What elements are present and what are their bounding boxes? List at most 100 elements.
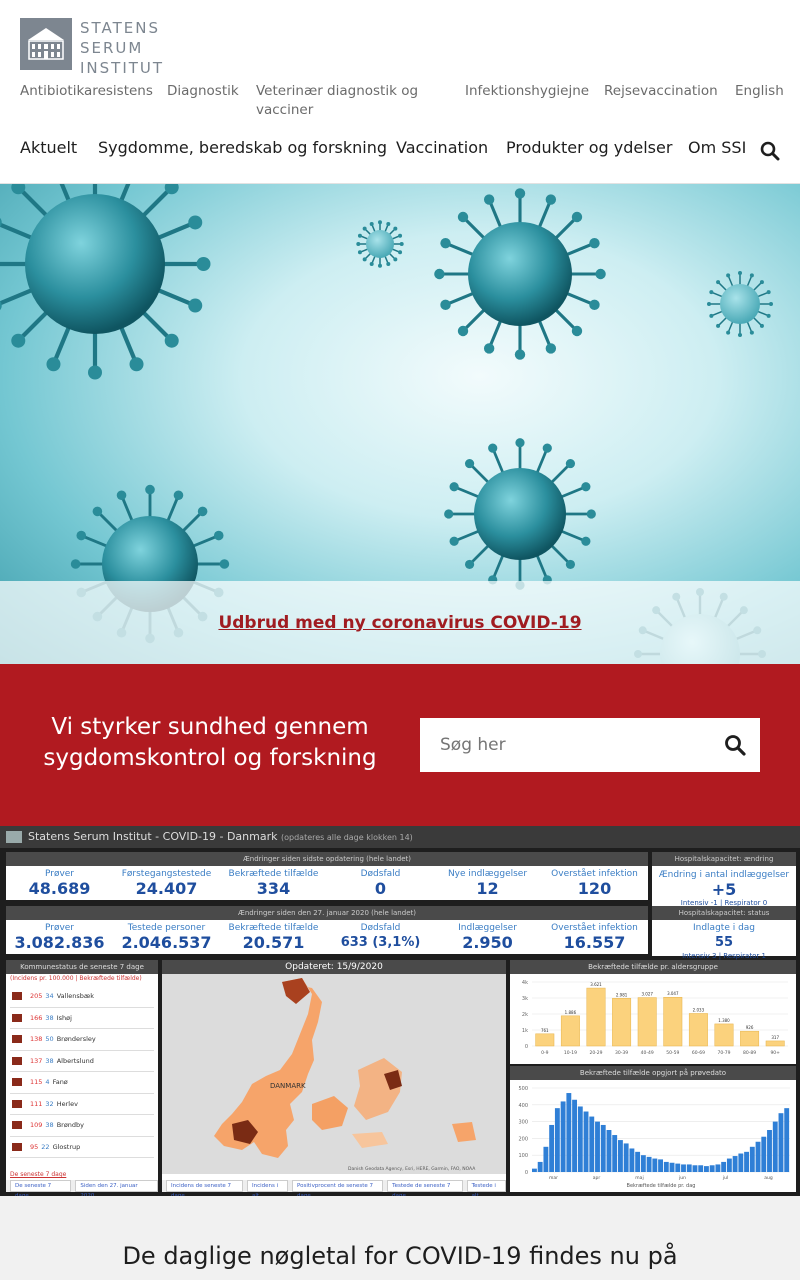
age-bar[interactable] — [637, 997, 657, 1047]
epi-bar[interactable] — [629, 1148, 635, 1172]
kommune-row[interactable]: 95 22 Glostrup — [10, 1137, 154, 1158]
epi-bar[interactable] — [543, 1146, 549, 1172]
epi-bar[interactable] — [721, 1161, 727, 1172]
search-icon[interactable] — [760, 141, 780, 161]
nav-aktuelt[interactable]: Aktuelt — [20, 138, 77, 157]
epi-bar[interactable] — [726, 1158, 732, 1172]
lolland-shape — [352, 1132, 388, 1148]
covid-dashboard-image[interactable]: Statens Serum Institut - COVID-19 - Danm… — [0, 826, 800, 1196]
epi-bar[interactable] — [755, 1141, 761, 1172]
north-jutland-shape — [282, 978, 310, 1004]
virus-spike-tip — [483, 194, 495, 205]
nav-om-ssi[interactable]: Om SSI — [688, 138, 746, 157]
epi-bar[interactable] — [635, 1151, 641, 1172]
epi-bar[interactable] — [709, 1165, 715, 1172]
epi-bar[interactable] — [784, 1108, 790, 1172]
epi-bar[interactable] — [537, 1161, 543, 1172]
map-tab[interactable]: Testede de seneste 7 dage — [387, 1180, 463, 1196]
kommune-tab[interactable]: Siden den 27. januar 2020 — [75, 1180, 158, 1196]
epi-bar[interactable] — [640, 1155, 646, 1172]
kommune-tab[interactable]: De seneste 7 dage — [10, 1180, 72, 1196]
epi-bar[interactable] — [681, 1164, 686, 1172]
nav-produkter[interactable]: Produkter og ydelser — [506, 138, 672, 157]
hosp-head: Hospitalskapacitet: status — [652, 906, 796, 920]
epi-bar[interactable] — [772, 1121, 778, 1172]
age-bar[interactable] — [688, 1013, 708, 1047]
virus-spike-tip — [738, 333, 742, 337]
covid-outbreak-link[interactable]: Udbrud med ny coronavirus COVID-19 — [218, 613, 581, 633]
epi-bar[interactable] — [646, 1156, 652, 1172]
epi-bar[interactable] — [618, 1140, 623, 1172]
toplink-diagnostik[interactable]: Diagnostik — [167, 82, 239, 101]
kommune-link[interactable]: De seneste 7 dage — [6, 1171, 66, 1178]
kommune-row[interactable]: 138 50 Brøndersley — [10, 1029, 154, 1051]
search-button[interactable] — [724, 734, 746, 756]
epi-bar[interactable] — [767, 1130, 772, 1172]
search-input[interactable] — [420, 718, 710, 772]
epi-bar[interactable] — [532, 1168, 537, 1172]
ssi-logo[interactable]: STATENS SERUM INSTITUT — [20, 18, 164, 78]
epi-bar[interactable] — [698, 1165, 704, 1172]
virus-spike-tip — [88, 365, 102, 380]
age-bar[interactable] — [714, 1023, 734, 1047]
nav-vaccination[interactable]: Vaccination — [396, 138, 488, 157]
epi-bar[interactable] — [623, 1143, 629, 1172]
map-tab[interactable]: Incidens i alt — [246, 1180, 288, 1196]
epi-bar[interactable] — [749, 1146, 755, 1172]
epi-bar[interactable] — [704, 1166, 709, 1172]
kommune-row[interactable]: 137 38 Albertslund — [10, 1051, 154, 1072]
epi-chart: 0 100 200 300 400 500 mar apr maj jun jul aug Bekræf… — [518, 1086, 790, 1189]
epi-bar[interactable] — [692, 1165, 698, 1172]
epi-bar[interactable] — [583, 1111, 589, 1172]
logo-line-1: STATENS — [80, 19, 160, 37]
epi-bar[interactable] — [606, 1130, 612, 1172]
kommune-row[interactable]: 115 4 Fanø — [10, 1072, 154, 1094]
epi-bar[interactable] — [600, 1124, 606, 1172]
toplink-antibiotikaresistens[interactable]: Antibiotikaresistens — [20, 82, 153, 101]
map-tab[interactable]: Positivprocent de seneste 7 dage — [292, 1180, 384, 1196]
age-bar[interactable] — [612, 998, 632, 1047]
age-bar[interactable] — [663, 996, 683, 1047]
map-tab[interactable]: Testede i alt — [466, 1180, 506, 1196]
epi-bar[interactable] — [738, 1153, 744, 1172]
toplink-english[interactable]: English — [735, 82, 784, 101]
kommune-row[interactable]: 111 32 Herlev — [10, 1094, 154, 1115]
epi-bar[interactable] — [612, 1135, 618, 1172]
epi-bar[interactable] — [675, 1163, 681, 1172]
epi-bar[interactable] — [658, 1159, 664, 1172]
epi-bar[interactable] — [595, 1121, 600, 1172]
age-bar[interactable] — [765, 1040, 785, 1047]
epi-bar[interactable] — [589, 1116, 595, 1172]
map-tab[interactable]: Incidens de seneste 7 dage — [166, 1180, 243, 1196]
epi-bar[interactable] — [715, 1164, 721, 1172]
age-bar[interactable] — [586, 987, 606, 1047]
epi-bar[interactable] — [560, 1101, 566, 1172]
age-bar[interactable] — [740, 1030, 760, 1047]
epi-bar[interactable] — [577, 1106, 583, 1172]
toplink-rejsevaccination[interactable]: Rejsevaccination — [604, 82, 718, 101]
epi-bar[interactable] — [549, 1124, 555, 1172]
age-bar[interactable] — [535, 1033, 555, 1047]
age-bar[interactable] — [560, 1015, 580, 1047]
epi-bar[interactable] — [778, 1113, 784, 1172]
epi-bar[interactable] — [652, 1158, 658, 1172]
epi-bar[interactable] — [744, 1151, 750, 1172]
epi-bar[interactable] — [732, 1156, 738, 1172]
nav-sygdomme[interactable]: Sygdomme, beredskab og forskning — [98, 138, 387, 157]
kommune-row[interactable]: 205 34 Vallensbæk — [10, 986, 154, 1008]
epi-bar[interactable] — [686, 1164, 692, 1172]
virus-spike-tip — [589, 237, 600, 249]
epi-bar[interactable] — [761, 1136, 767, 1172]
hero-banner: Udbrud med ny coronavirus COVID-19 — [0, 581, 800, 664]
toplink-infektionshygiejne[interactable]: Infektionshygiejne — [465, 82, 589, 101]
epi-bar[interactable] — [669, 1162, 675, 1172]
kommune-row[interactable]: 166 38 Ishøj — [10, 1008, 154, 1029]
kpi-row-head: Ændringer siden den 27. januar 2020 (hel… — [6, 906, 648, 920]
kommune-row[interactable]: 109 38 Brøndby — [10, 1115, 154, 1137]
toplink-veterinaer[interactable]: Veterinær diagnostik og vacciner — [256, 82, 436, 120]
denmark-map[interactable]: DANMARK Danish Geodata Agency, Esri, HER… — [162, 974, 506, 1174]
epi-bar[interactable] — [566, 1093, 572, 1172]
epi-bar[interactable] — [572, 1099, 578, 1172]
epi-bar[interactable] — [663, 1161, 669, 1172]
epi-bar[interactable] — [554, 1108, 560, 1172]
